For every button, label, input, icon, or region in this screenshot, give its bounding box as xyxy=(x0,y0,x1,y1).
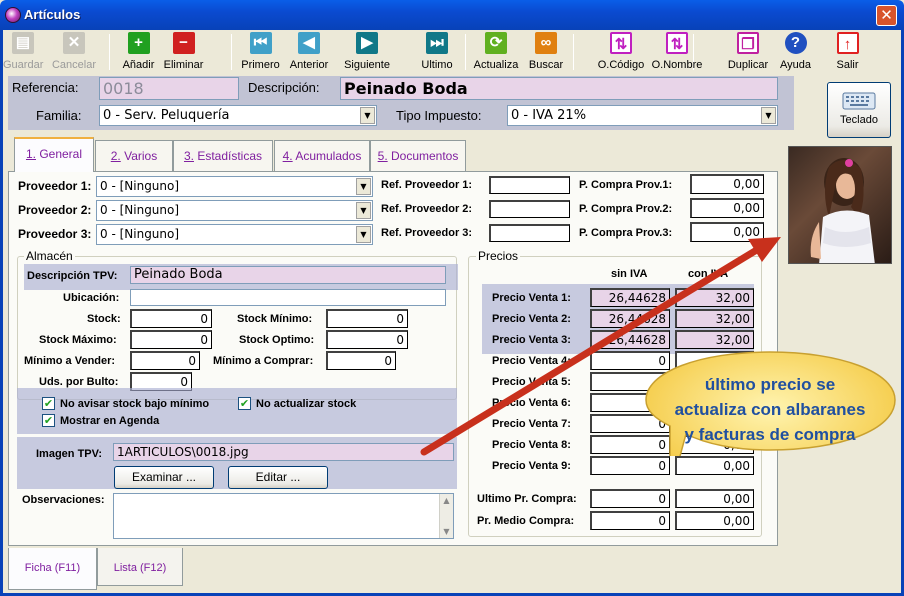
tab-number: 5. xyxy=(377,149,388,163)
tab-varios[interactable]: 2. Varios xyxy=(95,140,173,171)
tab-label: Varios xyxy=(120,149,158,163)
tab-number: 3. xyxy=(183,149,194,163)
tab-acumulados[interactable]: 4. Acumulados xyxy=(274,140,370,171)
tab-number: 2. xyxy=(110,149,121,163)
tab-estadsticas[interactable]: 3. Estadísticas xyxy=(173,140,273,171)
annotation-arrow xyxy=(420,237,781,456)
tab-lista[interactable]: Lista (F12) xyxy=(97,548,183,586)
callout-text: último precio se actualiza con albaranes… xyxy=(650,372,890,447)
tab-label: Documentos xyxy=(387,149,459,163)
tab-label: General xyxy=(35,147,83,161)
callout-line-3: y facturas de compra xyxy=(684,425,856,444)
tab-general[interactable]: 1. General xyxy=(14,137,94,172)
tab-label: Acumulados xyxy=(292,149,362,163)
tab-number: 4. xyxy=(282,149,293,163)
tab-ficha[interactable]: Ficha (F11) xyxy=(8,548,97,590)
tab-label: Estadísticas xyxy=(193,149,263,163)
tab-number: 1. xyxy=(25,147,36,161)
tab-documentos[interactable]: 5. Documentos xyxy=(370,140,466,171)
callout-line-2: actualiza con albaranes xyxy=(674,400,866,419)
callout-line-1: último precio se xyxy=(704,375,836,394)
